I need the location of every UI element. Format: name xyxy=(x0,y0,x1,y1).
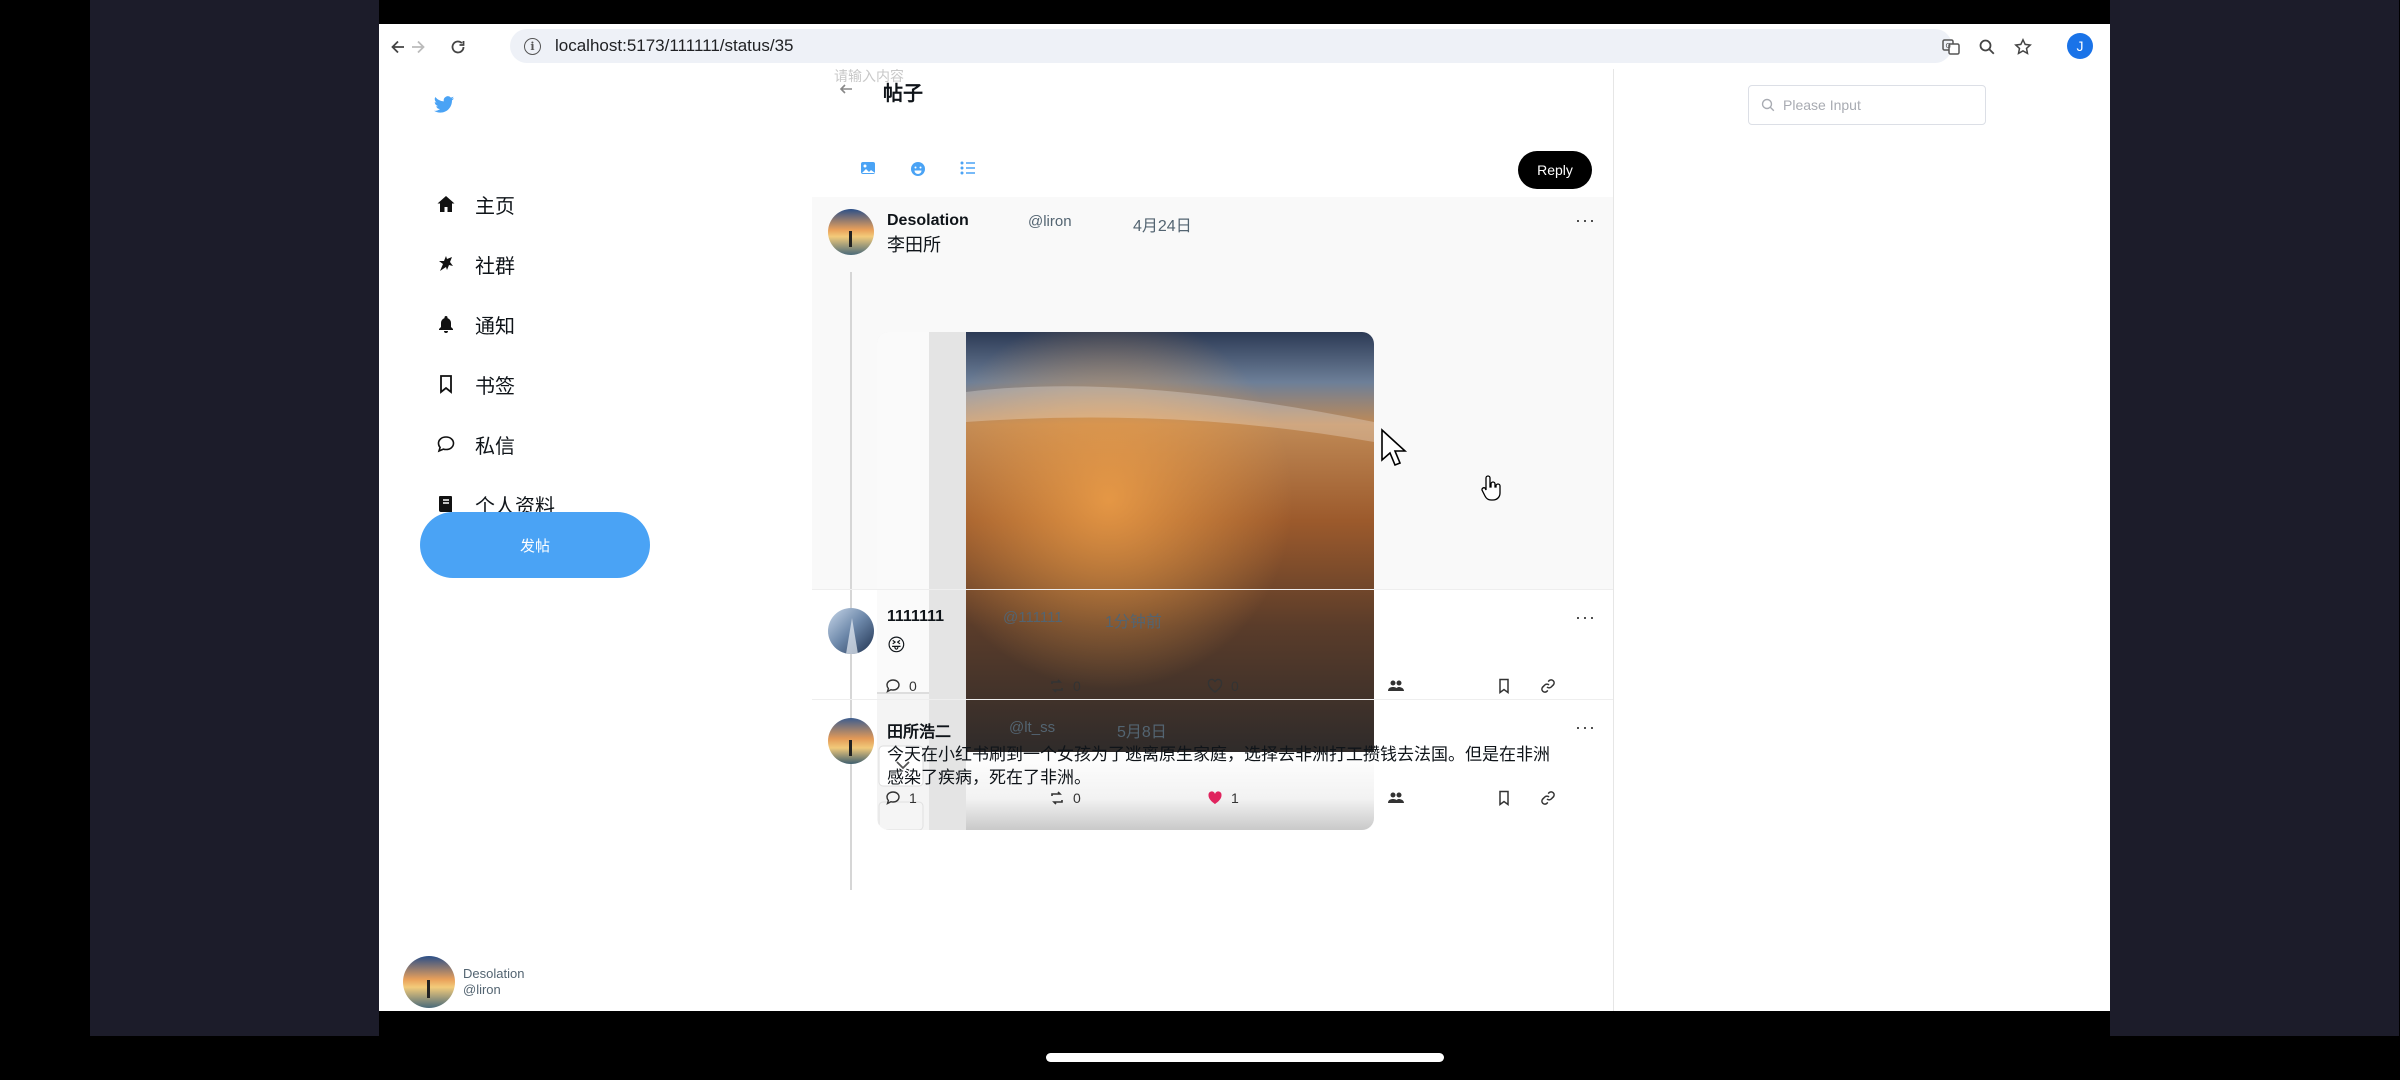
avatar[interactable] xyxy=(828,209,874,255)
page-title: 帖子 xyxy=(883,83,923,105)
site-info-icon[interactable]: i xyxy=(524,37,541,55)
reply-action[interactable]: 0 xyxy=(885,678,917,694)
copy-link-action[interactable] xyxy=(1540,678,1556,694)
avatar[interactable] xyxy=(828,608,874,654)
user-name: Desolation xyxy=(463,966,525,981)
url-text: localhost:5173/111111/status/35 xyxy=(555,36,794,55)
community-share-action[interactable] xyxy=(1387,678,1405,694)
twitter-bird-icon[interactable] xyxy=(433,94,455,116)
reply-button[interactable]: Reply xyxy=(1518,151,1592,189)
search-icon xyxy=(1761,98,1775,112)
nav-item-messages[interactable]: 私信 xyxy=(435,424,515,464)
list-poll-icon[interactable] xyxy=(960,161,976,180)
nav-item-label: 私信 xyxy=(475,435,515,458)
post-text-line: 今天在小红书刷到一个女孩为了逃离原生家庭，选择去非洲打工攒钱去法国。但是在非洲 xyxy=(887,745,1550,764)
image-upload-icon[interactable] xyxy=(860,161,876,180)
post-text: 今天在小红书刷到一个女孩为了逃离原生家庭，选择去非洲打工攒钱去法国。但是在非洲 … xyxy=(887,743,1587,789)
bookmark-icon xyxy=(435,373,457,395)
post-author-handle: @liron xyxy=(1028,213,1072,230)
system-home-indicator[interactable] xyxy=(1046,1053,1444,1062)
arrow-cursor-icon xyxy=(1381,428,1408,467)
emoji-icon[interactable] xyxy=(910,161,926,180)
app-page: 主页 社群 通知 书签 私信 个人资料 发帖 Desolation @liron… xyxy=(379,69,2110,1011)
nav-item-label: 社群 xyxy=(475,255,515,278)
post-timestamp: 4月24日 xyxy=(1133,218,1192,235)
post-item[interactable]: 1111111 @111111 1分钟前 ··· 😝 0 0 0 xyxy=(812,589,1613,700)
browser-window: i localhost:5173/111111/status/35 G J 主页 xyxy=(379,24,2110,1011)
right-sidebar: Please Input xyxy=(1614,69,2110,1011)
more-options-icon[interactable]: ··· xyxy=(1575,210,1596,231)
nav-item-label: 主页 xyxy=(475,195,515,218)
home-icon xyxy=(435,193,457,215)
right-letterbox xyxy=(2110,0,2399,1036)
post-actions: 0 0 0 xyxy=(885,678,1600,700)
translate-icon[interactable]: G xyxy=(1939,35,1963,59)
left-letterbox xyxy=(90,0,379,1036)
post-author-name[interactable]: 1111111 xyxy=(887,608,944,626)
comment-icon xyxy=(886,679,900,693)
more-options-icon[interactable]: ··· xyxy=(1575,717,1596,738)
post-text: 😝 xyxy=(887,635,906,655)
repost-action[interactable]: 0 xyxy=(1049,678,1081,694)
post-text-line: 感染了疾病，死在了非洲。 xyxy=(887,768,1091,787)
nav-item-notifications[interactable]: 通知 xyxy=(435,304,515,344)
avatar[interactable] xyxy=(828,718,874,764)
post-text: 李田所 xyxy=(887,235,941,255)
post-author-name[interactable]: Desolation xyxy=(887,212,969,230)
post-timestamp: 1分钟前 xyxy=(1105,614,1162,631)
repost-count: 0 xyxy=(1073,678,1081,694)
repost-icon xyxy=(1051,679,1063,693)
post-item[interactable]: 田所浩二 @lt_ss 5月8日 ··· 今天在小红书刷到一个女孩为了逃离原生家… xyxy=(812,699,1613,1011)
post-author-name[interactable]: 田所浩二 xyxy=(887,718,951,742)
new-post-button[interactable]: 发帖 xyxy=(420,512,650,578)
user-handle: @liron xyxy=(463,982,501,997)
post-author-handle: @111111 xyxy=(1003,609,1063,626)
more-options-icon[interactable]: ··· xyxy=(1575,607,1596,628)
search-input[interactable]: Please Input xyxy=(1748,85,1986,125)
post-timestamp: 5月8日 xyxy=(1117,724,1167,741)
reload-icon[interactable] xyxy=(445,34,471,60)
nav-item-community[interactable]: 社群 xyxy=(435,244,515,284)
link-icon xyxy=(1541,679,1555,693)
star-bookmark-icon[interactable] xyxy=(2011,35,2035,59)
bookmark-icon xyxy=(1499,678,1509,694)
back-arrow-icon[interactable] xyxy=(838,81,854,102)
zoom-icon[interactable] xyxy=(1975,35,1999,59)
browser-toolbar: i localhost:5173/111111/status/35 G J xyxy=(379,24,2110,69)
compose-toolbar xyxy=(860,161,976,180)
message-icon xyxy=(435,433,457,455)
left-sidebar: 主页 社群 通知 书签 私信 个人资料 发帖 Desolation @liron xyxy=(379,69,819,1011)
avatar xyxy=(403,956,455,1008)
main-feed: 请输入内容 帖子 Reply Desolation @liron 4月24日 ·… xyxy=(812,69,1614,1011)
reply-count: 0 xyxy=(909,678,917,694)
like-count: 0 xyxy=(1231,678,1239,694)
profile-avatar-icon[interactable]: J xyxy=(2067,33,2093,59)
heart-outline-icon xyxy=(1207,678,1223,693)
forward-arrow-icon[interactable] xyxy=(405,34,431,60)
address-bar[interactable]: i localhost:5173/111111/status/35 xyxy=(510,29,1952,63)
bell-icon xyxy=(435,313,457,335)
nav-item-bookmarks[interactable]: 书签 xyxy=(435,364,515,404)
nav-item-home[interactable]: 主页 xyxy=(435,184,515,224)
current-user[interactable]: Desolation @liron xyxy=(403,956,524,1008)
like-action[interactable]: 0 xyxy=(1207,678,1239,694)
post-author-handle: @lt_ss xyxy=(1009,719,1056,736)
community-icon xyxy=(435,253,457,275)
svg-text:G: G xyxy=(1946,42,1951,50)
group-icon xyxy=(1388,680,1404,691)
hand-cursor-icon xyxy=(1481,475,1501,501)
search-placeholder: Please Input xyxy=(1783,97,1861,113)
nav-item-label: 通知 xyxy=(475,315,515,338)
nav-item-label: 书签 xyxy=(475,375,515,398)
bookmark-action[interactable] xyxy=(1497,678,1511,694)
